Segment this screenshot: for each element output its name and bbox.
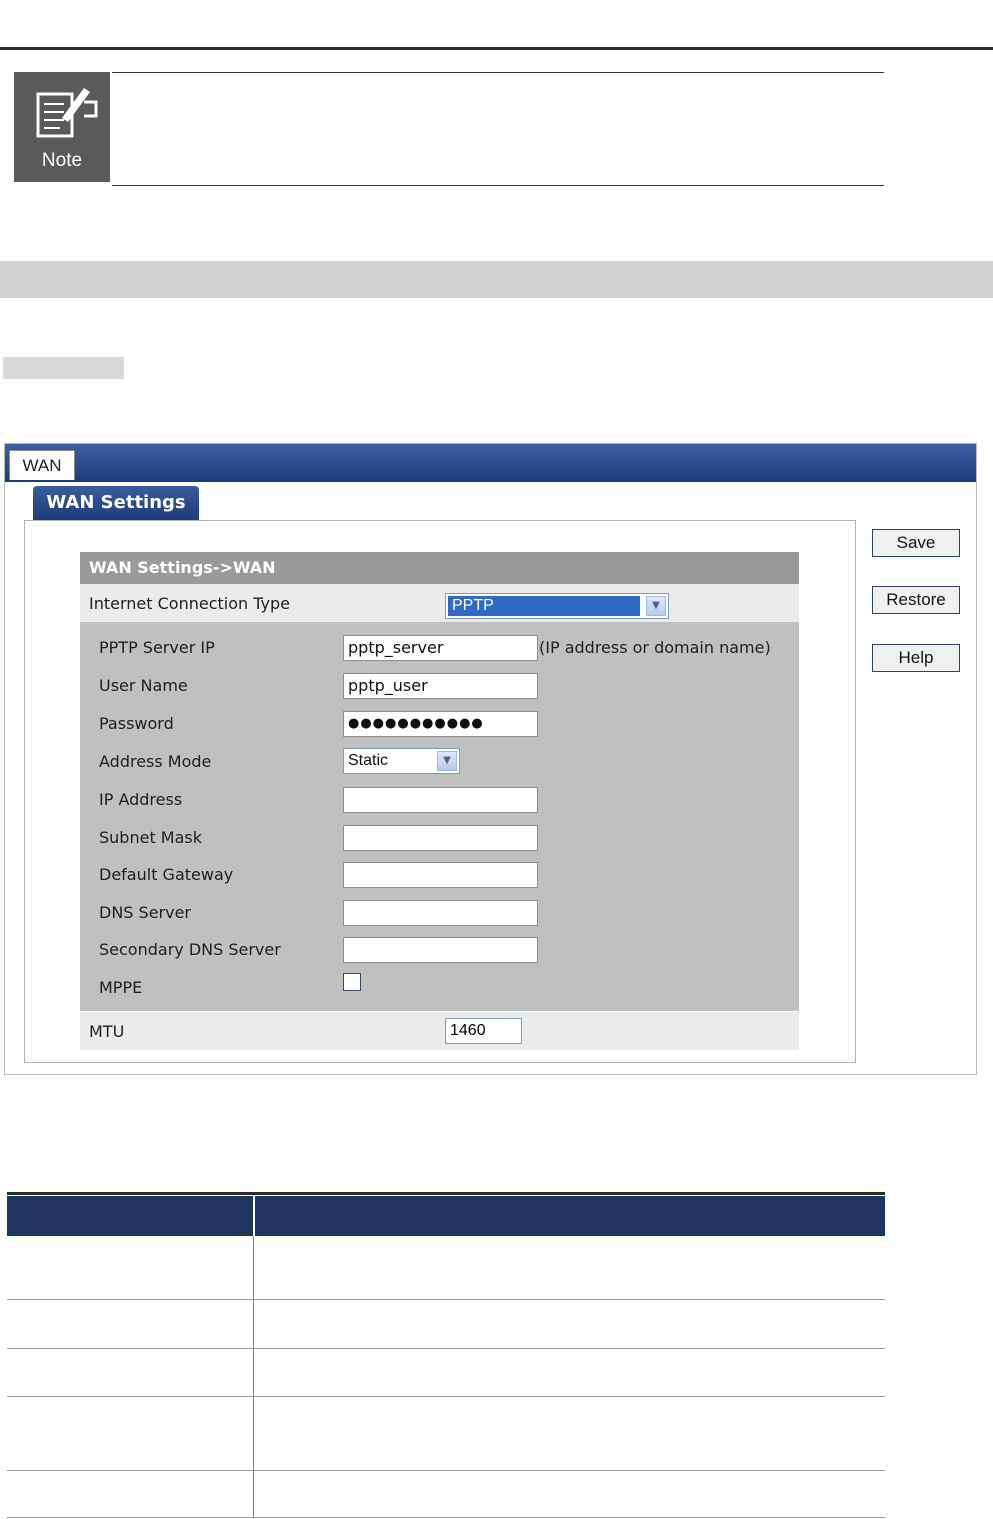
connection-type-label: Internet Connection Type [89, 594, 290, 613]
subnet-mask-input[interactable] [343, 825, 538, 851]
table-row-divider [7, 1517, 885, 1518]
mtu-label: MTU [89, 1022, 125, 1041]
subnet-mask-label: Subnet Mask [99, 828, 203, 847]
save-button[interactable]: Save [872, 529, 960, 557]
connection-type-row: Internet Connection Type PPTP ▼ [80, 584, 799, 622]
mtu-row: MTU 1460 [80, 1012, 799, 1050]
connection-type-select[interactable]: PPTP ▼ [445, 593, 669, 619]
table-column-divider [253, 1236, 254, 1518]
wan-settings-screenshot: WAN WAN Settings WAN Settings->WAN Inter… [4, 443, 977, 1075]
tab-bar: WAN [5, 444, 976, 482]
help-button[interactable]: Help [872, 644, 960, 672]
server-ip-label: PPTP Server IP [99, 638, 215, 657]
table-row-divider [7, 1396, 885, 1397]
dns-server-input[interactable] [343, 900, 538, 926]
table-row-divider [7, 1348, 885, 1349]
address-mode-select[interactable]: Static ▼ [343, 748, 460, 774]
tab-wan[interactable]: WAN [9, 450, 75, 480]
user-name-input[interactable]: pptp_user [343, 673, 538, 699]
secondary-dns-input[interactable] [343, 937, 538, 963]
mppe-label: MPPE [99, 978, 143, 997]
server-ip-input[interactable]: pptp_server [343, 635, 538, 661]
table-header-divider [253, 1196, 255, 1236]
password-input[interactable]: ●●●●●●●●●●● [343, 711, 538, 737]
chevron-down-icon[interactable]: ▼ [646, 596, 666, 616]
note-divider-top [112, 72, 884, 73]
password-label: Password [99, 714, 174, 733]
note-divider-bottom [112, 185, 884, 186]
server-ip-hint: (IP address or domain name) [539, 638, 771, 657]
restore-button[interactable]: Restore [872, 586, 960, 614]
address-mode-value: Static [348, 752, 389, 769]
form-header: WAN Settings->WAN [80, 552, 799, 584]
table-row-divider [7, 1299, 885, 1300]
address-mode-label: Address Mode [99, 752, 212, 771]
ip-address-input[interactable] [343, 787, 538, 813]
secondary-dns-label: Secondary DNS Server [99, 940, 281, 959]
table-top-rule [7, 1192, 885, 1195]
mppe-checkbox[interactable] [343, 973, 361, 991]
panel-title: WAN Settings [33, 486, 199, 520]
step-tag [3, 357, 124, 379]
pptp-settings-group: PPTP Server IP pptp_server (IP address o… [80, 622, 799, 1011]
pencil-paper-icon [36, 88, 98, 138]
default-gateway-input[interactable] [343, 862, 538, 888]
ip-address-label: IP Address [99, 790, 183, 809]
connection-type-value: PPTP [448, 596, 640, 616]
chevron-down-icon[interactable]: ▼ [437, 751, 457, 771]
note-label: Note [41, 150, 83, 171]
note-icon: Note [14, 72, 110, 182]
section-heading-bar [0, 261, 993, 298]
table-row-divider [7, 1470, 885, 1471]
dns-server-label: DNS Server [99, 903, 191, 922]
default-gateway-label: Default Gateway [99, 865, 234, 884]
top-rule [0, 47, 993, 50]
table-header [7, 1196, 885, 1236]
mtu-input[interactable]: 1460 [445, 1018, 522, 1044]
user-name-label: User Name [99, 676, 188, 695]
